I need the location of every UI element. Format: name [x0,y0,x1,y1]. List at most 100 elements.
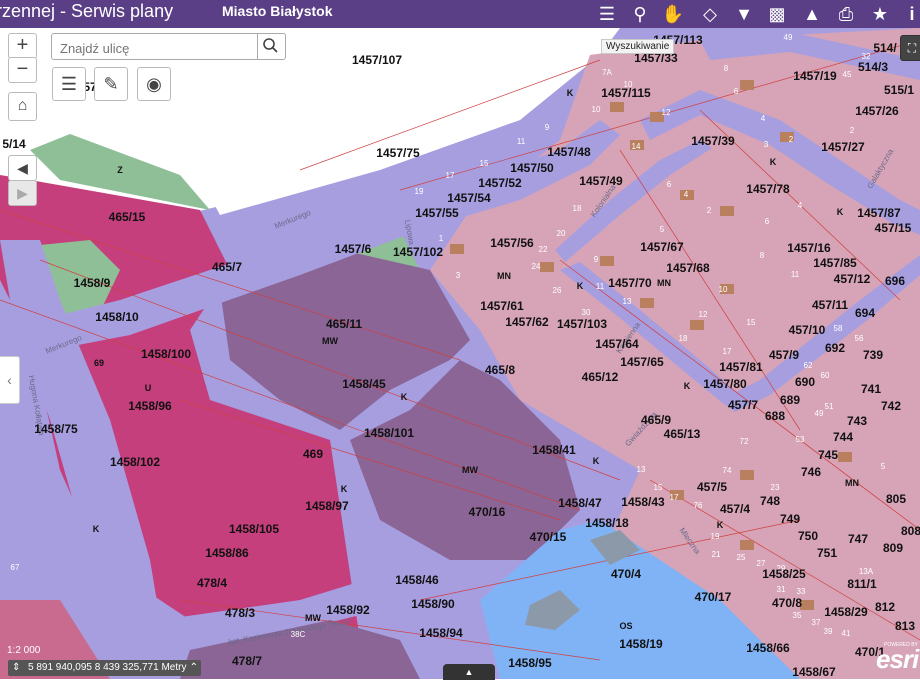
parcel-label: 457/5 [697,480,727,494]
lot-number-label: 19 [415,187,424,196]
parcel-label: 470/15 [530,530,567,544]
parcel-label: 514/ [873,41,897,55]
lot-number-label: 18 [679,334,688,343]
side-panel-toggle[interactable]: ‹ [0,356,20,404]
lot-number-label: 76 [694,501,703,510]
lot-number-label: 2 [789,135,794,144]
parcel-label: 1457/75 [376,146,420,160]
parcel-label: 465/13 [664,427,701,441]
lot-number-label: 62 [804,361,813,370]
lot-number-label: 8 [760,251,765,260]
parcel-label: 1457/52 [478,176,522,190]
lot-number-label: 18 [573,204,582,213]
parcel-label: 1457/85 [813,256,857,270]
parcel-label: 1458/29 [824,605,868,619]
lot-number-label: 26 [553,286,562,295]
bottom-panel-toggle[interactable]: ▲ [443,664,495,680]
lot-number-label: 38C [291,630,306,639]
lot-number-label: 20 [557,229,566,238]
street-search-input[interactable] [58,38,257,58]
app-title: rzennej - Serwis plany [0,1,174,21]
lot-number-label: 33 [797,587,806,596]
lot-number-label: 4 [684,190,689,199]
parcel-label: 1457/62 [505,315,549,329]
chevron-up-icon[interactable]: ⌃ [190,660,198,676]
search-tooltip: Wyszukiwanie [601,39,675,54]
fullscreen-button[interactable]: ⛶ [900,35,920,61]
parcel-label: 1458/105 [229,522,279,536]
zone-label: MW [322,336,338,346]
hand-select-icon[interactable]: ✋ [660,2,686,26]
lot-number-label: 3 [456,271,461,280]
lot-number-label: 15 [480,159,489,168]
lot-number-label: 15 [747,318,756,327]
zone-label: Z [117,165,123,175]
parcel-label: 1458/18 [585,516,629,530]
parcel-label: 1458/94 [419,626,463,640]
parcel-label: 1457/54 [447,191,491,205]
coordinate-toggle-icon[interactable]: ⇕ [12,660,20,676]
filter-icon[interactable]: ▼ [731,2,757,26]
printer-icon[interactable]: ⎙ [833,2,859,26]
layer-search-icon[interactable]: ☰ [594,2,620,26]
parcel-label: 1457/50 [510,161,554,175]
lot-number-label: 3 [764,140,769,149]
parcel-label: 1457/102 [393,245,443,259]
chevron-up-icon: ▲ [464,667,474,677]
lot-number-label: 56 [855,334,864,343]
parcel-label: 1457/27 [821,140,865,154]
network-icon[interactable]: ★ [867,2,893,26]
parcel-label: 1457/61 [480,299,524,313]
lot-number-label: 11 [517,137,526,146]
lot-number-label: 17 [723,347,732,356]
lot-number-label: 5 [660,225,665,234]
parcel-label: 694 [855,306,875,320]
info-icon[interactable]: i [899,2,920,26]
parcel-label: 465/8 [485,363,515,377]
zoom-out-button[interactable]: − [8,57,37,83]
lot-number-label: 13 [623,297,632,306]
parcel-label: 469 [303,447,323,461]
zone-label: K [770,157,777,167]
parcel-label: 1458/10 [95,310,139,324]
parcel-label: 465/9 [641,413,671,427]
parcel-label: 1457/115 [601,86,651,100]
parcel-label: 470/17 [695,590,732,604]
zone-label: K [717,520,724,530]
parcel-label: 457/9 [769,348,799,362]
graduation-cap-icon[interactable]: ▲ [799,2,825,26]
lot-number-label: 35 [793,611,802,620]
lot-number-label: 67 [11,563,20,572]
measure-button[interactable]: ✎ [94,67,128,101]
warning-diamond-icon[interactable]: ◇ [697,2,723,26]
back-extent-button[interactable]: ◀ [8,155,37,181]
parcel-label: 465/7 [212,260,242,274]
parcel-label: 514/3 [858,60,888,74]
street-search-button[interactable] [257,34,285,59]
forward-extent-button[interactable]: ▶ [8,180,37,206]
zone-label: K [837,207,844,217]
lot-number-label: 30 [582,308,591,317]
lot-number-label: 60 [821,371,830,380]
lot-number-label: 58 [834,324,843,333]
lot-number-label: 37 [812,618,821,627]
parcel-label: 748 [760,494,780,508]
parcel-label: 1458/100 [141,347,191,361]
zoning-map[interactable]: MerkuregoMerkuregoHugona KołłątajaKoloni… [0,28,920,679]
zoom-in-button[interactable]: + [8,33,37,59]
lot-number-label: 8 [724,64,729,73]
search-icon[interactable]: ⚲ [627,2,653,26]
parcel-label: 1457/80 [703,377,747,391]
basemap-button[interactable]: ◉ [137,67,171,101]
parcel-label: 808 [901,524,920,538]
parcel-label: 1457/67 [640,240,684,254]
map-view[interactable]: Merkurego Merkurego Hugona Kołłątaja Koloni… [0,28,920,679]
lot-number-label: 2 [850,126,855,135]
lot-number-label: 1 [439,234,444,243]
document-download-icon[interactable]: ▩ [764,2,790,26]
parcel-label: 1458/66 [746,641,790,655]
lot-number-label: 14 [632,142,641,151]
parcel-label: 1457/49 [579,174,623,188]
home-button[interactable]: ⌂ [8,92,37,121]
legend-button[interactable]: ☰ [52,67,86,101]
